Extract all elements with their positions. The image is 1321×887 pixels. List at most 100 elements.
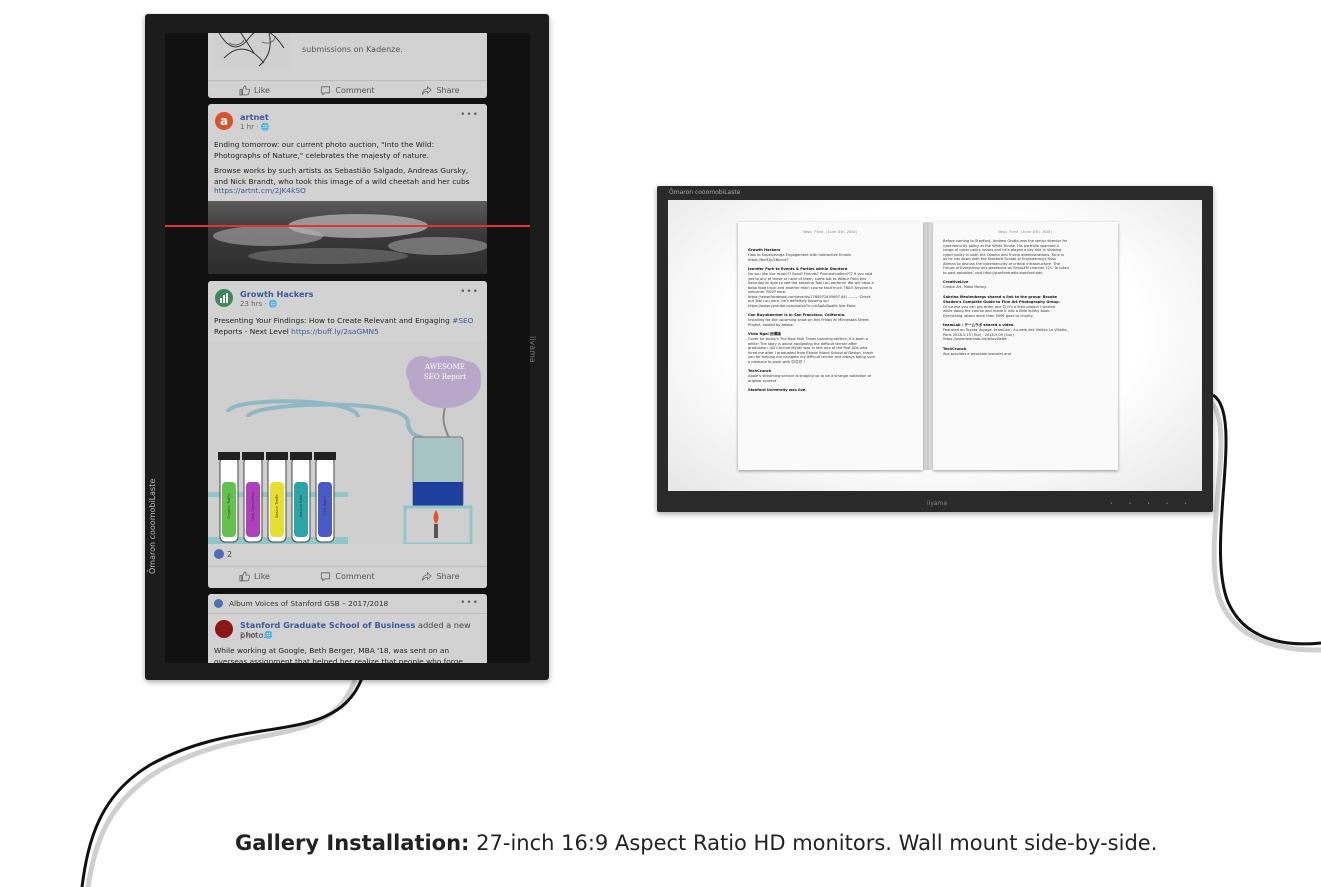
entry-text: to past episodes, visit http://stanfordr… [943, 270, 1043, 275]
comment-icon [321, 571, 331, 581]
entry-title: Shaden's Complete Guide to Fine Art Phot… [943, 299, 1061, 304]
thumbs-up-icon [239, 571, 250, 581]
post-text: Presenting Your Findings: How to Create … [214, 315, 481, 337]
caption-title: Gallery Installation: [235, 831, 470, 855]
book-spine [923, 222, 933, 470]
entry-text: original content [748, 378, 777, 383]
entry-text: a pleasure to work with 😊😊😊 ! [748, 359, 806, 364]
monitor-buttons: • • • • • [1110, 501, 1195, 507]
post-author[interactable]: artnet [240, 112, 269, 122]
stanford-gsb-avatar[interactable] [215, 620, 233, 638]
comment-label: Comment [335, 571, 375, 581]
post-text: submissions on Kadenze. [302, 45, 403, 54]
post-timestamp[interactable]: 2 hrs · 🌐 [240, 631, 273, 639]
portrait-screen: submissions on Kadenze. Like Comment Sha… [165, 33, 530, 663]
tube-label: Organic Traffic [227, 493, 231, 519]
landscape-monitor: Ōmaron cooomobiLaste iiyama • • • • • Ne… [657, 186, 1213, 512]
cloud-label: AWESOME SEO Report [423, 363, 467, 381]
portrait-monitor: Ōmaron cooomobiLaste iiyama submissions … [145, 14, 549, 680]
share-icon [422, 85, 433, 95]
like-button[interactable]: Like [208, 571, 301, 582]
entry-title: Growth Hackers [748, 248, 781, 252]
red-scan-line [165, 225, 530, 227]
reaction-count[interactable]: 2 [214, 549, 232, 559]
post-author[interactable]: Stanford Graduate School of Business [240, 620, 415, 630]
feed-post-stanford-gsb: Album Voices of Stanford GSB – 2017/2018… [208, 594, 487, 663]
entry-title: teamLab / チームラボ shared a video. [943, 323, 1015, 327]
album-header[interactable]: Album Voices of Stanford GSB – 2017/2018… [208, 594, 487, 614]
tube-label: Search Traffic [275, 494, 279, 518]
entry-text: https://www.youtube.com/watch?v=ckAgAcBp… [748, 303, 856, 308]
album-label: Album Voices of Stanford GSB – 2017/2018 [229, 599, 389, 608]
growth-hackers-avatar[interactable] [215, 289, 233, 307]
thumbs-up-icon [239, 85, 250, 95]
monitor-model-label: iiyama [927, 500, 948, 507]
comment-button[interactable]: Comment [301, 571, 394, 582]
post-author[interactable]: Growth Hackers [240, 289, 313, 299]
landscape-screen: News Feed (June 8th 2018) Growth Hackers… [668, 200, 1202, 491]
share-label: Share [436, 85, 460, 95]
entry-title: Sabrina Meulenbergs shared a link to the… [943, 294, 1058, 299]
share-button[interactable]: Share [394, 571, 487, 582]
post-text: While working at Google, Beth Berger, MB… [214, 646, 463, 663]
entry-text: Create Art. Make Money. [943, 285, 987, 289]
entry-text: Everything raised more than 500€ goes to… [943, 313, 1034, 318]
post-author-line: Stanford Graduate School of Business add… [240, 620, 487, 640]
comment-button[interactable]: Comment [301, 85, 394, 96]
post-timestamp[interactable]: 23 hrs · 🌐 [240, 300, 278, 308]
post-text-part: Reports - Next Level [214, 327, 292, 336]
share-button[interactable]: Share [394, 85, 487, 96]
like-reaction-icon [214, 549, 224, 559]
clouds-image [213, 214, 487, 264]
feed-post-top: submissions on Kadenze. Like Comment Sha… [208, 33, 487, 98]
entry-title: CreativeLive [943, 280, 969, 284]
tube-label: Goal Completion [251, 491, 255, 521]
page-header: News Feed (June 8th 2018) [998, 230, 1053, 234]
post-actions: Like Comment Share [208, 566, 487, 585]
like-label: Like [254, 85, 270, 95]
album-icon [214, 599, 223, 608]
comment-label: Comment [335, 85, 375, 95]
entry-title: Victo Ngai 倪傳婧 [748, 332, 781, 336]
caption-text: 27-inch 16:9 Aspect Ratio HD monitors. W… [469, 831, 1158, 855]
installation-caption: Gallery Installation: 27-inch 16:9 Aspec… [235, 831, 1157, 855]
growth-bars-icon [220, 293, 228, 303]
artnet-logo-icon: a [220, 114, 228, 128]
svg-text:a: a [220, 114, 228, 128]
hashtag-link[interactable]: #SEO [452, 316, 473, 325]
more-options-icon[interactable]: ••• [460, 598, 479, 608]
book-page-left: News Feed (June 8th 2018) Growth Hackers… [738, 222, 923, 470]
artnet-avatar[interactable]: a [215, 112, 233, 130]
share-label: Share [436, 571, 460, 581]
sketch-image [214, 33, 290, 70]
entry-title: TechCrunch [748, 369, 772, 373]
cloud-photo[interactable] [208, 201, 487, 274]
reaction-number: 2 [227, 549, 233, 559]
post-link[interactable]: https://artnt.cm/2JK4kSO [214, 185, 481, 196]
like-label: Like [254, 571, 270, 581]
page-header: News Feed (June 8th 2018) [803, 230, 858, 234]
feed-post-growth-hackers: Growth Hackers 23 hrs · 🌐 ••• Presenting… [208, 281, 487, 588]
entry-title: TechCrunch [943, 346, 967, 351]
entry-text: https://www.teamlab.art/e/lavillette [943, 337, 1007, 341]
monitor-brand-label: Ōmaron cooomobiLaste [669, 189, 741, 196]
post-text-2: Browse works by such artists as Sebastiã… [214, 166, 470, 186]
like-button[interactable]: Like [208, 85, 301, 96]
comment-icon [321, 85, 331, 95]
entry-text: Project, hosted by Adobe. [748, 322, 795, 327]
entry-title: Jennifer Park to Events & Parties within… [748, 267, 848, 271]
post-timestamp[interactable]: 1 hr · 🌐 [240, 123, 269, 131]
monitor-brand-label: Ōmaron cooomobiLaste [148, 478, 157, 574]
post-text-part: Presenting Your Findings: How to Create … [214, 316, 453, 325]
entry-text: https://buff.ly/2Nbnuf7 [748, 257, 789, 262]
post-link[interactable]: https://buff.ly/2saGMN5 [291, 327, 379, 336]
post-actions: Like Comment Share [208, 80, 487, 98]
tube-label: Time Spent [323, 496, 327, 516]
more-options-icon[interactable]: ••• [460, 110, 479, 120]
seo-report-infographic[interactable]: AWESOME SEO Report Organic Traffic Goal … [208, 342, 487, 546]
entry-title: Can Buyukberber is in San Francisco, Cal… [748, 313, 846, 317]
feed-post-artnet: a artnet 1 hr · 🌐 ••• Ending tomorrow: o… [208, 104, 487, 274]
share-icon [422, 571, 433, 581]
more-options-icon[interactable]: ••• [460, 287, 479, 297]
tube-label: Bounce Rate [299, 494, 303, 518]
